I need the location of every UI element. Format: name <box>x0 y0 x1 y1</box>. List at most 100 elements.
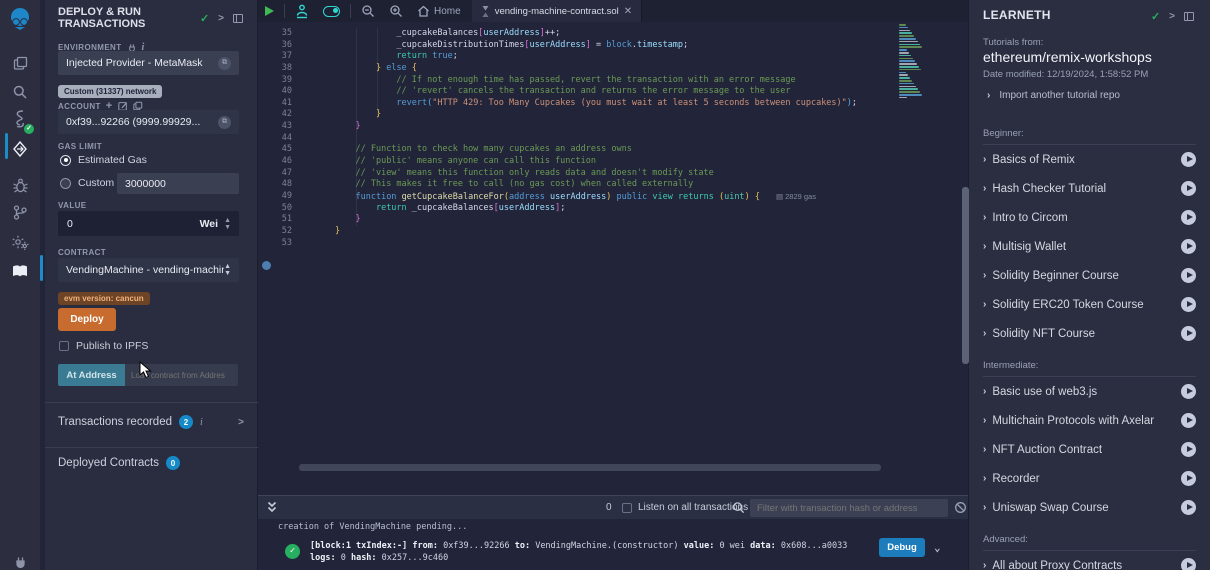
code-line[interactable]: _cupcakeBalances[userAddress]++; <box>335 28 857 40</box>
tutorial-item[interactable]: ›Solidity NFT Course <box>969 319 1210 348</box>
debug-button[interactable]: Debug <box>879 538 925 557</box>
line-number[interactable]: 43 <box>258 121 292 133</box>
file-explorer-icon[interactable] <box>0 50 40 76</box>
tutorial-item[interactable]: ›All about Proxy Contracts <box>969 551 1210 570</box>
custom-gas-radio[interactable] <box>60 178 71 189</box>
code-line[interactable]: } <box>335 226 857 238</box>
transactions-recorded-row[interactable]: Transactions recorded 2 i > <box>58 415 244 429</box>
line-number[interactable]: 44 <box>258 133 292 145</box>
tutorial-item[interactable]: ›Multichain Protocols with Axelar <box>969 406 1210 435</box>
line-number[interactable]: 50 <box>258 203 292 215</box>
tab-vending-machine-contract[interactable]: vending-machine-contract.sol ✕ <box>472 0 642 22</box>
code-line[interactable]: // 'public' means anyone can call this f… <box>335 156 857 168</box>
terminal-filter-input[interactable] <box>750 499 948 517</box>
publish-ipfs-checkbox[interactable] <box>59 341 69 351</box>
git-icon[interactable] <box>0 199 40 225</box>
listen-transactions-checkbox[interactable] <box>622 503 632 513</box>
tutorial-item[interactable]: ›Basics of Remix <box>969 145 1210 174</box>
run-script-button[interactable] <box>258 0 281 22</box>
code-line[interactable]: // Function to check how many cupcakes a… <box>335 144 857 156</box>
terminal-collapse-icon[interactable] <box>266 500 278 514</box>
line-number[interactable]: 42 <box>258 109 292 121</box>
play-tutorial-icon[interactable] <box>1181 500 1196 515</box>
editor-toggle-icon[interactable] <box>316 0 347 22</box>
code-line[interactable]: } <box>335 109 857 121</box>
tutorial-item[interactable]: ›Uniswap Swap Course <box>969 493 1210 522</box>
line-number[interactable]: 40 <box>258 86 292 98</box>
code-editor[interactable]: 35363738394041424344454647484950515253 _… <box>258 22 968 495</box>
play-tutorial-icon[interactable] <box>1181 413 1196 428</box>
play-tutorial-icon[interactable] <box>1181 384 1196 399</box>
play-tutorial-icon[interactable] <box>1181 268 1196 283</box>
contract-select[interactable]: VendingMachine - vending-machin ▲▼ <box>58 258 239 282</box>
play-tutorial-icon[interactable] <box>1181 326 1196 341</box>
transactions-expand-icon[interactable]: > <box>238 417 244 428</box>
line-number[interactable]: 52 <box>258 226 292 238</box>
walkthrough-person-icon[interactable] <box>288 0 316 22</box>
pin-panel-icon[interactable] <box>233 14 243 23</box>
home-button[interactable]: Home <box>410 0 468 22</box>
tx-success-icon[interactable]: ✓ <box>285 544 300 559</box>
account-copy-icon[interactable]: ⧉ <box>218 116 231 129</box>
editor-horizontal-scrollbar[interactable] <box>299 464 881 471</box>
estimated-gas-radio[interactable] <box>60 155 71 166</box>
line-number[interactable]: 48 <box>258 179 292 191</box>
code-line[interactable]: // 'revert' cancels the transaction and … <box>335 86 857 98</box>
deploy-button[interactable]: Deploy <box>58 308 116 331</box>
clear-console-icon[interactable] <box>954 501 967 514</box>
line-number[interactable]: 38 <box>258 63 292 75</box>
remix-logo-icon[interactable] <box>0 6 40 30</box>
line-number[interactable]: 46 <box>258 156 292 168</box>
zoom-out-icon[interactable] <box>354 0 382 22</box>
line-number[interactable]: 47 <box>258 168 292 180</box>
collapse-panel-icon[interactable]: > <box>1169 11 1175 22</box>
play-tutorial-icon[interactable] <box>1181 181 1196 196</box>
line-number[interactable]: 37 <box>258 51 292 63</box>
value-unit-arrows-icon[interactable]: ▲▼ <box>218 217 239 231</box>
code-line[interactable]: return true; <box>335 51 857 63</box>
play-tutorial-icon[interactable] <box>1181 558 1196 570</box>
editor-minimap[interactable] <box>898 24 924 100</box>
play-tutorial-icon[interactable] <box>1181 239 1196 254</box>
code-line[interactable]: return _cupcakeBalances[userAddress]; <box>335 203 857 215</box>
play-tutorial-icon[interactable] <box>1181 442 1196 457</box>
value-input[interactable]: 0 <box>58 218 200 230</box>
code-line[interactable]: } <box>335 214 857 226</box>
code-content[interactable]: _cupcakeBalances[userAddress]++; _cupcak… <box>335 28 857 249</box>
line-number[interactable]: 49 <box>258 191 292 203</box>
environment-copy-icon[interactable]: ⧉ <box>218 57 231 70</box>
code-line[interactable]: _cupcakeDistributionTimes[userAddress] =… <box>335 40 857 52</box>
play-tutorial-icon[interactable] <box>1181 210 1196 225</box>
search-icon[interactable] <box>0 79 40 105</box>
learneth-scrollbar[interactable] <box>962 187 969 364</box>
line-number[interactable]: 51 <box>258 214 292 226</box>
at-address-button[interactable]: At Address <box>58 364 125 386</box>
tx-summary[interactable]: [block:1 txIndex:-] from: 0xf39...92266 … <box>310 540 847 564</box>
tutorial-item[interactable]: ›NFT Auction Contract <box>969 435 1210 464</box>
pin-panel-icon[interactable] <box>1184 12 1194 21</box>
environment-select[interactable]: Injected Provider - MetaMask ⧉ <box>58 51 239 75</box>
tutorial-item[interactable]: ›Hash Checker Tutorial <box>969 174 1210 203</box>
transactions-info-icon[interactable]: i <box>200 417 203 428</box>
close-tab-icon[interactable]: ✕ <box>624 6 632 17</box>
terminal-log[interactable]: creation of VendingMachine pending... ✓ … <box>258 519 968 570</box>
code-line[interactable]: } <box>335 121 857 133</box>
code-line[interactable]: // This makes it free to call (no gas co… <box>335 179 857 191</box>
collapse-panel-icon[interactable]: > <box>218 13 224 24</box>
learneth-icon[interactable] <box>0 258 40 284</box>
tutorial-item[interactable]: ›Solidity Beginner Course <box>969 261 1210 290</box>
code-line[interactable]: revert("HTTP 429: Too Many Cupcakes (you… <box>335 98 857 110</box>
settings-icon[interactable] <box>0 229 40 255</box>
code-line[interactable] <box>335 238 857 250</box>
value-unit-select[interactable]: Wei <box>200 218 218 230</box>
tutorial-item[interactable]: ›Solidity ERC20 Token Course <box>969 290 1210 319</box>
line-number[interactable]: 45 <box>258 144 292 156</box>
code-line[interactable]: } else { <box>335 63 857 75</box>
line-number[interactable]: 35 <box>258 28 292 40</box>
plugin-manager-icon[interactable] <box>0 549 40 570</box>
code-line[interactable]: function getCupcakeBalanceFor(address us… <box>335 191 857 203</box>
line-number[interactable]: 41 <box>258 98 292 110</box>
line-number[interactable]: 39 <box>258 75 292 87</box>
tutorial-item[interactable]: ›Multisig Wallet <box>969 232 1210 261</box>
play-tutorial-icon[interactable] <box>1181 471 1196 486</box>
